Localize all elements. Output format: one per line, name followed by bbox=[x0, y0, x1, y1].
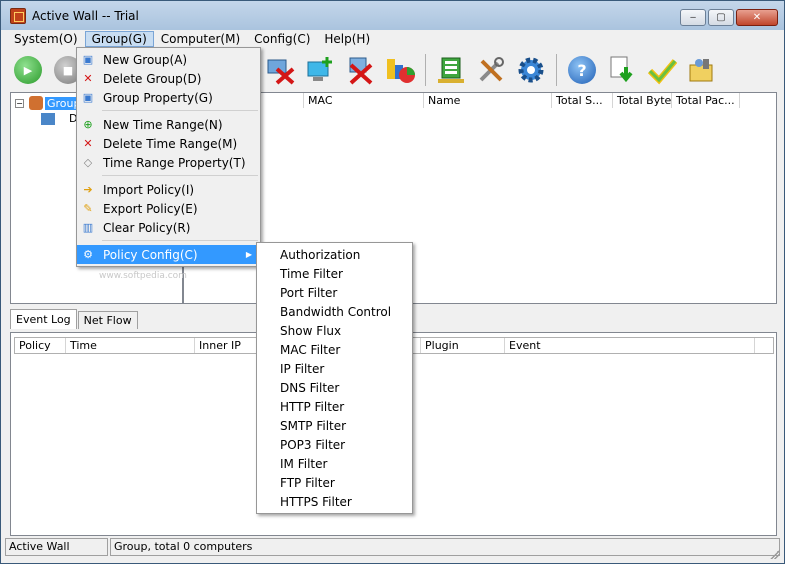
user-button[interactable] bbox=[685, 53, 719, 87]
status-info: Group, total 0 computers bbox=[110, 538, 780, 556]
menu-export-policy[interactable]: ✎ Export Policy(E) bbox=[77, 199, 260, 218]
menu-delete-time-range[interactable]: ✕ Delete Time Range(M) bbox=[77, 134, 260, 153]
submenu-ip-filter[interactable]: IP Filter bbox=[257, 360, 412, 379]
policy-config-submenu: Authorization Time Filter Port Filter Ba… bbox=[256, 242, 413, 514]
add-computer-button[interactable] bbox=[303, 53, 337, 87]
close-button[interactable]: ✕ bbox=[736, 9, 778, 26]
group-property-icon: ▣ bbox=[82, 91, 94, 104]
submenu-dns-filter[interactable]: DNS Filter bbox=[257, 379, 412, 398]
submenu-ftp-filter[interactable]: FTP Filter bbox=[257, 474, 412, 493]
submenu-https-filter[interactable]: HTTPS Filter bbox=[257, 493, 412, 512]
export-icon: ✎ bbox=[83, 202, 93, 215]
group-delete-icon: ✕ bbox=[83, 72, 93, 85]
user-card-icon bbox=[689, 59, 713, 82]
computer-icon bbox=[41, 112, 55, 125]
pie-chart-icon bbox=[387, 59, 415, 83]
tools-icon bbox=[479, 57, 504, 82]
download-icon bbox=[610, 56, 633, 83]
group-add-icon: ▣ bbox=[82, 53, 94, 66]
submenu-pop3-filter[interactable]: POP3 Filter bbox=[257, 436, 412, 455]
col-event[interactable]: Event bbox=[505, 338, 755, 353]
trash-icon: ▥ bbox=[82, 221, 94, 234]
col-plugin[interactable]: Plugin bbox=[421, 338, 505, 353]
menu-separator bbox=[102, 175, 258, 176]
window-title: Active Wall -- Trial bbox=[32, 9, 139, 23]
computer-add-icon bbox=[307, 57, 332, 81]
collapse-icon[interactable]: − bbox=[15, 98, 24, 108]
col-total-s[interactable]: Total S... bbox=[552, 93, 613, 108]
import-icon: ➔ bbox=[83, 183, 93, 196]
menu-import-policy[interactable]: ➔ Import Policy(I) bbox=[77, 180, 260, 199]
submenu-im-filter[interactable]: IM Filter bbox=[257, 455, 412, 474]
col-time[interactable]: Time bbox=[66, 338, 195, 353]
submenu-mac-filter[interactable]: MAC Filter bbox=[257, 341, 412, 360]
menu-bar: System(O) Group(G) Computer(M) Config(C)… bbox=[1, 30, 784, 48]
menu-group-property[interactable]: ▣ Group Property(G) bbox=[77, 88, 260, 107]
remove-computer-button[interactable] bbox=[263, 53, 297, 87]
help-icon: ? bbox=[568, 56, 596, 84]
time-add-icon: ⊕ bbox=[83, 118, 93, 131]
play-icon: ▶ bbox=[14, 56, 42, 84]
submenu-port-filter[interactable]: Port Filter bbox=[257, 284, 412, 303]
resize-grip[interactable] bbox=[770, 549, 780, 559]
network-button[interactable] bbox=[434, 53, 468, 87]
menu-separator bbox=[102, 110, 258, 111]
tab-net-flow[interactable]: Net Flow bbox=[77, 311, 138, 329]
download-button[interactable] bbox=[605, 53, 639, 87]
col-name[interactable]: Name bbox=[424, 93, 552, 108]
checkmark-icon bbox=[647, 59, 677, 85]
group-menu-dropdown: ▣ New Group(A) ✕ Delete Group(D) ▣ Group Pr… bbox=[76, 47, 261, 267]
col-policy[interactable]: Policy bbox=[15, 338, 66, 353]
log-tabs: Event Log Net Flow bbox=[10, 309, 139, 329]
title-bar[interactable]: Active Wall -- Trial ‒ ▢ ✕ bbox=[1, 1, 784, 31]
menu-separator bbox=[102, 240, 258, 241]
submenu-time-filter[interactable]: Time Filter bbox=[257, 265, 412, 284]
toolbar-separator bbox=[556, 54, 557, 86]
tab-event-log[interactable]: Event Log bbox=[10, 309, 77, 329]
minimize-button[interactable]: ‒ bbox=[680, 9, 706, 26]
menu-delete-group[interactable]: ✕ Delete Group(D) bbox=[77, 69, 260, 88]
submenu-authorization[interactable]: Authorization bbox=[257, 246, 412, 265]
start-button[interactable]: ▶ bbox=[11, 53, 45, 87]
maximize-button[interactable]: ▢ bbox=[708, 9, 734, 26]
col-mac[interactable]: MAC bbox=[304, 93, 424, 108]
col-total-pac[interactable]: Total Pac... bbox=[672, 93, 740, 108]
delete-icon bbox=[349, 57, 373, 85]
watermark: www.softpedia.com bbox=[99, 271, 187, 281]
menu-new-time-range[interactable]: ⊕ New Time Range(N) bbox=[77, 115, 260, 134]
submenu-bandwidth-control[interactable]: Bandwidth Control bbox=[257, 303, 412, 322]
menu-system[interactable]: System(O) bbox=[7, 31, 85, 47]
time-delete-icon: ✕ bbox=[83, 137, 93, 150]
status-app: Active Wall bbox=[5, 538, 108, 556]
help-button[interactable]: ? bbox=[565, 53, 599, 87]
gear-icon bbox=[518, 57, 544, 83]
gear-icon: ⚙ bbox=[83, 248, 93, 261]
computer-list-header: MAC Name Total S... Total Byte Total Pac… bbox=[183, 92, 777, 109]
network-icon bbox=[438, 57, 464, 83]
submenu-show-flux[interactable]: Show Flux bbox=[257, 322, 412, 341]
app-icon bbox=[10, 8, 26, 24]
settings-button[interactable] bbox=[514, 53, 548, 87]
delete-button[interactable] bbox=[343, 53, 377, 87]
menu-group[interactable]: Group(G) bbox=[84, 31, 154, 47]
time-property-icon: ◇ bbox=[83, 156, 93, 169]
menu-config[interactable]: Config(C) bbox=[247, 31, 317, 47]
menu-help[interactable]: Help(H) bbox=[317, 31, 377, 47]
toolbar-separator bbox=[425, 54, 426, 86]
menu-new-group[interactable]: ▣ New Group(A) bbox=[77, 50, 260, 69]
col-total-byte[interactable]: Total Byte bbox=[613, 93, 672, 108]
status-bar: Active Wall Group, total 0 computers bbox=[1, 537, 784, 557]
submenu-smtp-filter[interactable]: SMTP Filter bbox=[257, 417, 412, 436]
menu-computer[interactable]: Computer(M) bbox=[154, 31, 247, 47]
group-icon bbox=[29, 96, 43, 110]
statistics-button[interactable] bbox=[383, 53, 417, 87]
computer-delete-icon bbox=[267, 59, 295, 85]
menu-time-range-property[interactable]: ◇ Time Range Property(T) bbox=[77, 153, 260, 172]
tools-button[interactable] bbox=[474, 53, 508, 87]
menu-policy-config[interactable]: ⚙ Policy Config(C) ▶ bbox=[77, 245, 260, 264]
submenu-arrow-icon: ▶ bbox=[245, 250, 252, 259]
apply-button[interactable] bbox=[645, 53, 679, 87]
menu-clear-policy[interactable]: ▥ Clear Policy(R) bbox=[77, 218, 260, 237]
submenu-http-filter[interactable]: HTTP Filter bbox=[257, 398, 412, 417]
